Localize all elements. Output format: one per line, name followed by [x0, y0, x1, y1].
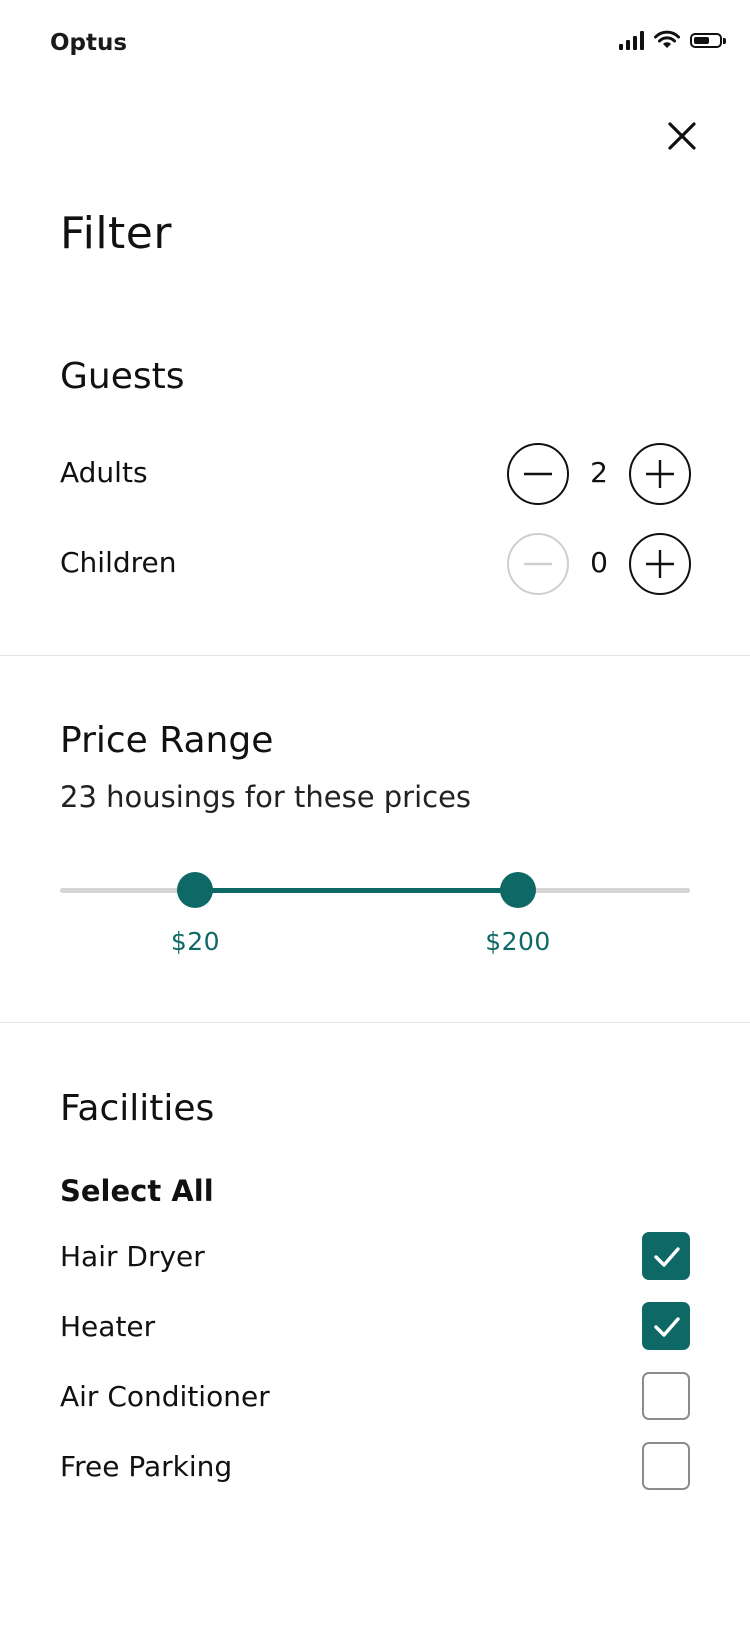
check-icon — [654, 1317, 680, 1337]
facility-label-free-parking: Free Parking — [60, 1450, 233, 1483]
battery-icon — [690, 32, 726, 48]
facility-label-heater: Heater — [60, 1310, 156, 1343]
price-slider-min-handle[interactable] — [177, 872, 214, 908]
price-slider-selected-range — [195, 888, 518, 893]
select-all-button[interactable]: Select All — [60, 1177, 214, 1206]
signal-icon — [619, 30, 644, 50]
minus-icon — [524, 472, 552, 476]
price-max-label: $200 — [485, 927, 551, 956]
adults-increment-button[interactable] — [629, 443, 691, 505]
guests-title: Guests — [60, 356, 185, 397]
page-title: Filter — [60, 208, 172, 259]
facilities-title: Facilities — [60, 1088, 215, 1129]
price-slider-max-handle[interactable] — [500, 872, 536, 908]
price-range-title: Price Range — [60, 720, 274, 761]
check-icon — [654, 1247, 680, 1267]
children-increment-button[interactable] — [629, 533, 691, 595]
children-count: 0 — [590, 546, 608, 579]
facility-label-hair-dryer: Hair Dryer — [60, 1240, 205, 1273]
adults-decrement-button[interactable] — [507, 443, 569, 505]
facility-checkbox-air-conditioner[interactable] — [642, 1372, 690, 1420]
close-button[interactable] — [662, 116, 702, 156]
facility-checkbox-heater[interactable] — [642, 1302, 690, 1350]
divider — [0, 655, 750, 656]
children-label: Children — [60, 546, 177, 579]
minus-icon — [524, 562, 552, 566]
facility-label-air-conditioner: Air Conditioner — [60, 1380, 270, 1413]
divider — [0, 1022, 750, 1023]
plus-icon — [646, 460, 674, 488]
status-bar: Optus — [0, 0, 750, 90]
children-decrement-button[interactable] — [507, 533, 569, 595]
adults-label: Adults — [60, 456, 148, 489]
plus-icon — [646, 550, 674, 578]
price-range-subtitle: 23 housings for these prices — [60, 780, 472, 814]
price-min-label: $20 — [170, 927, 221, 956]
adults-count: 2 — [590, 456, 608, 489]
wifi-icon — [654, 30, 680, 48]
carrier-label: Optus — [50, 30, 128, 56]
status-icons — [619, 30, 726, 50]
facility-checkbox-free-parking[interactable] — [642, 1442, 690, 1490]
close-icon — [668, 122, 696, 150]
facility-checkbox-hair-dryer[interactable] — [642, 1232, 690, 1280]
